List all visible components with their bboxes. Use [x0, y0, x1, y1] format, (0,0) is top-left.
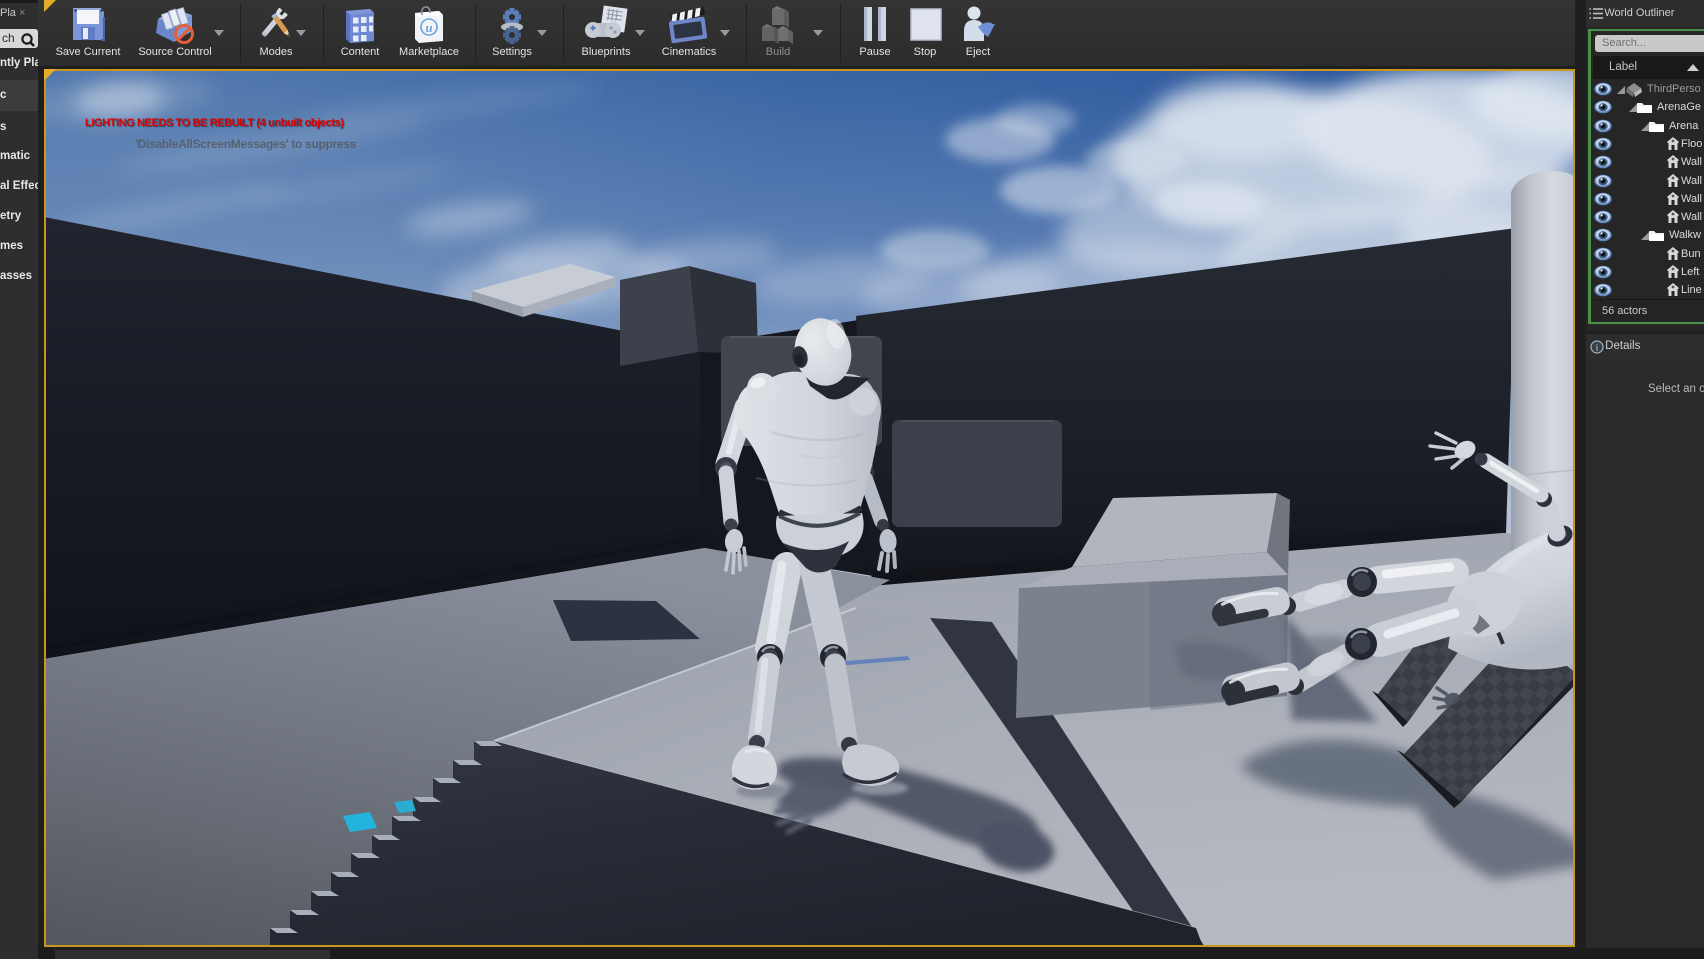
- svg-text:u: u: [425, 20, 432, 35]
